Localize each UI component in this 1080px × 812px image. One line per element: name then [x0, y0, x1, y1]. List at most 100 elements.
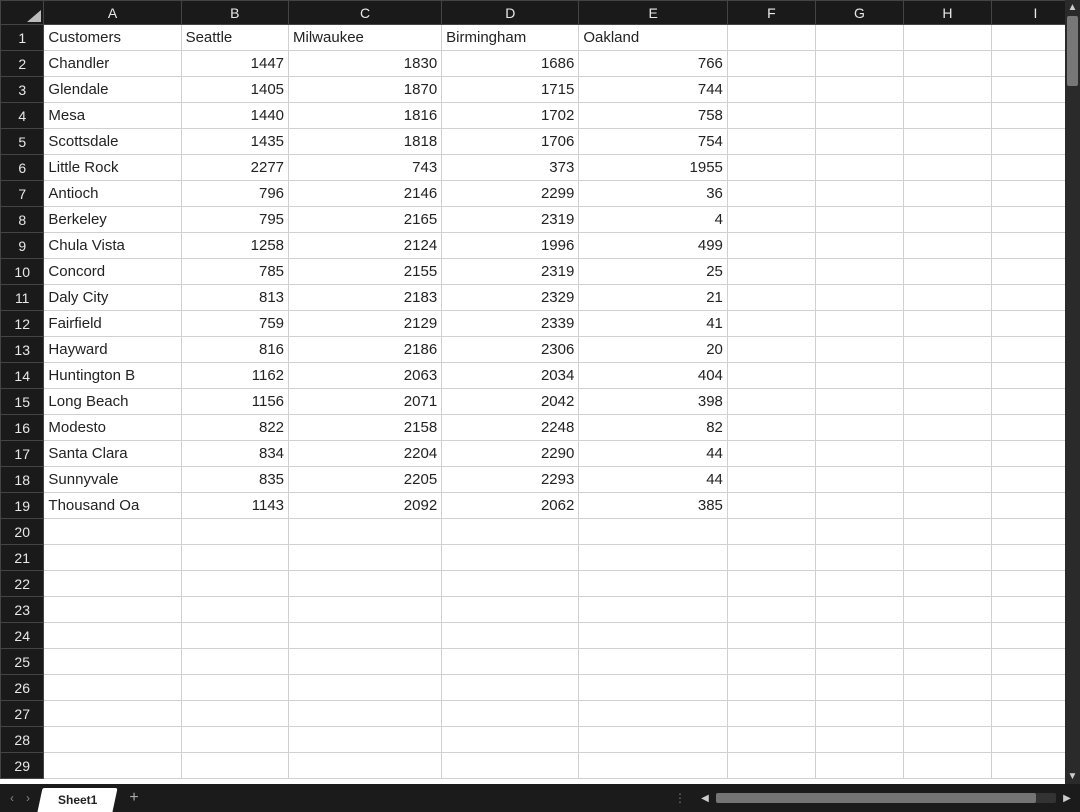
vertical-scroll-thumb[interactable]	[1067, 16, 1078, 86]
cell[interactable]	[903, 181, 991, 207]
cell[interactable]	[727, 519, 815, 545]
cell[interactable]	[579, 623, 728, 649]
cell[interactable]	[579, 545, 728, 571]
row-header[interactable]: 21	[1, 545, 44, 571]
cell[interactable]	[727, 25, 815, 51]
column-header[interactable]: G	[815, 1, 903, 25]
cell[interactable]	[903, 103, 991, 129]
row-header[interactable]: 7	[1, 181, 44, 207]
cell[interactable]	[815, 467, 903, 493]
cell[interactable]	[579, 649, 728, 675]
cell[interactable]	[289, 623, 442, 649]
cell[interactable]: 20	[579, 337, 728, 363]
cell[interactable]: 21	[579, 285, 728, 311]
sheet-tab-active[interactable]: Sheet1	[37, 788, 117, 812]
cell[interactable]	[903, 727, 991, 753]
cell[interactable]: 834	[181, 441, 288, 467]
cell[interactable]: Hayward	[44, 337, 181, 363]
cell[interactable]: 2204	[289, 441, 442, 467]
cell[interactable]: 2165	[289, 207, 442, 233]
cell[interactable]: 2248	[442, 415, 579, 441]
cell[interactable]	[289, 675, 442, 701]
cell[interactable]	[815, 155, 903, 181]
row-header[interactable]: 13	[1, 337, 44, 363]
row-header[interactable]: 4	[1, 103, 44, 129]
cell[interactable]	[579, 753, 728, 779]
cell[interactable]: 2186	[289, 337, 442, 363]
cell[interactable]	[815, 77, 903, 103]
cell[interactable]	[289, 649, 442, 675]
cell[interactable]	[727, 51, 815, 77]
cell[interactable]	[44, 623, 181, 649]
cell[interactable]	[815, 311, 903, 337]
cell[interactable]: Daly City	[44, 285, 181, 311]
cell[interactable]: 385	[579, 493, 728, 519]
row-header[interactable]: 29	[1, 753, 44, 779]
cell[interactable]: 2034	[442, 363, 579, 389]
cell[interactable]	[903, 155, 991, 181]
cell[interactable]	[289, 571, 442, 597]
cell[interactable]	[44, 571, 181, 597]
cell[interactable]	[903, 77, 991, 103]
cell[interactable]: Scottsdale	[44, 129, 181, 155]
cell[interactable]: Modesto	[44, 415, 181, 441]
cell[interactable]: 1440	[181, 103, 288, 129]
row-header[interactable]: 5	[1, 129, 44, 155]
cell[interactable]: Chandler	[44, 51, 181, 77]
cell[interactable]	[727, 493, 815, 519]
cell[interactable]: 44	[579, 441, 728, 467]
cell[interactable]: 758	[579, 103, 728, 129]
cell[interactable]	[815, 337, 903, 363]
cell[interactable]: 25	[579, 259, 728, 285]
cell[interactable]	[903, 571, 991, 597]
row-header[interactable]: 11	[1, 285, 44, 311]
row-header[interactable]: 22	[1, 571, 44, 597]
cell[interactable]	[903, 701, 991, 727]
cell[interactable]	[727, 259, 815, 285]
cell[interactable]	[903, 675, 991, 701]
cell[interactable]: 816	[181, 337, 288, 363]
cell[interactable]	[181, 571, 288, 597]
column-header[interactable]: A	[44, 1, 181, 25]
cell[interactable]: 499	[579, 233, 728, 259]
cell[interactable]	[44, 649, 181, 675]
row-header[interactable]: 2	[1, 51, 44, 77]
cell[interactable]	[815, 25, 903, 51]
row-header[interactable]: 20	[1, 519, 44, 545]
cell[interactable]	[815, 233, 903, 259]
cell[interactable]	[815, 259, 903, 285]
cell[interactable]	[903, 545, 991, 571]
cell[interactable]: 2129	[289, 311, 442, 337]
cell[interactable]	[727, 103, 815, 129]
cell[interactable]: 1706	[442, 129, 579, 155]
cell[interactable]	[903, 519, 991, 545]
cell[interactable]	[727, 181, 815, 207]
cell[interactable]	[903, 207, 991, 233]
row-header[interactable]: 10	[1, 259, 44, 285]
cell[interactable]	[903, 129, 991, 155]
cell[interactable]	[903, 597, 991, 623]
cell[interactable]	[815, 51, 903, 77]
cell[interactable]: Huntington B	[44, 363, 181, 389]
cell[interactable]	[727, 597, 815, 623]
cell[interactable]	[442, 675, 579, 701]
cell[interactable]	[903, 415, 991, 441]
cell[interactable]	[181, 519, 288, 545]
cell[interactable]	[727, 389, 815, 415]
cell[interactable]	[815, 493, 903, 519]
column-header[interactable]: E	[579, 1, 728, 25]
cell[interactable]: 2277	[181, 155, 288, 181]
cell[interactable]: Birmingham	[442, 25, 579, 51]
cell[interactable]	[181, 701, 288, 727]
cell[interactable]: Little Rock	[44, 155, 181, 181]
cell[interactable]: 2124	[289, 233, 442, 259]
cell[interactable]	[903, 337, 991, 363]
cell[interactable]: 1870	[289, 77, 442, 103]
cell[interactable]	[903, 25, 991, 51]
cell[interactable]: 835	[181, 467, 288, 493]
cell[interactable]	[442, 701, 579, 727]
cell[interactable]	[44, 545, 181, 571]
cell[interactable]: 1447	[181, 51, 288, 77]
cell[interactable]	[815, 545, 903, 571]
cell[interactable]: 36	[579, 181, 728, 207]
